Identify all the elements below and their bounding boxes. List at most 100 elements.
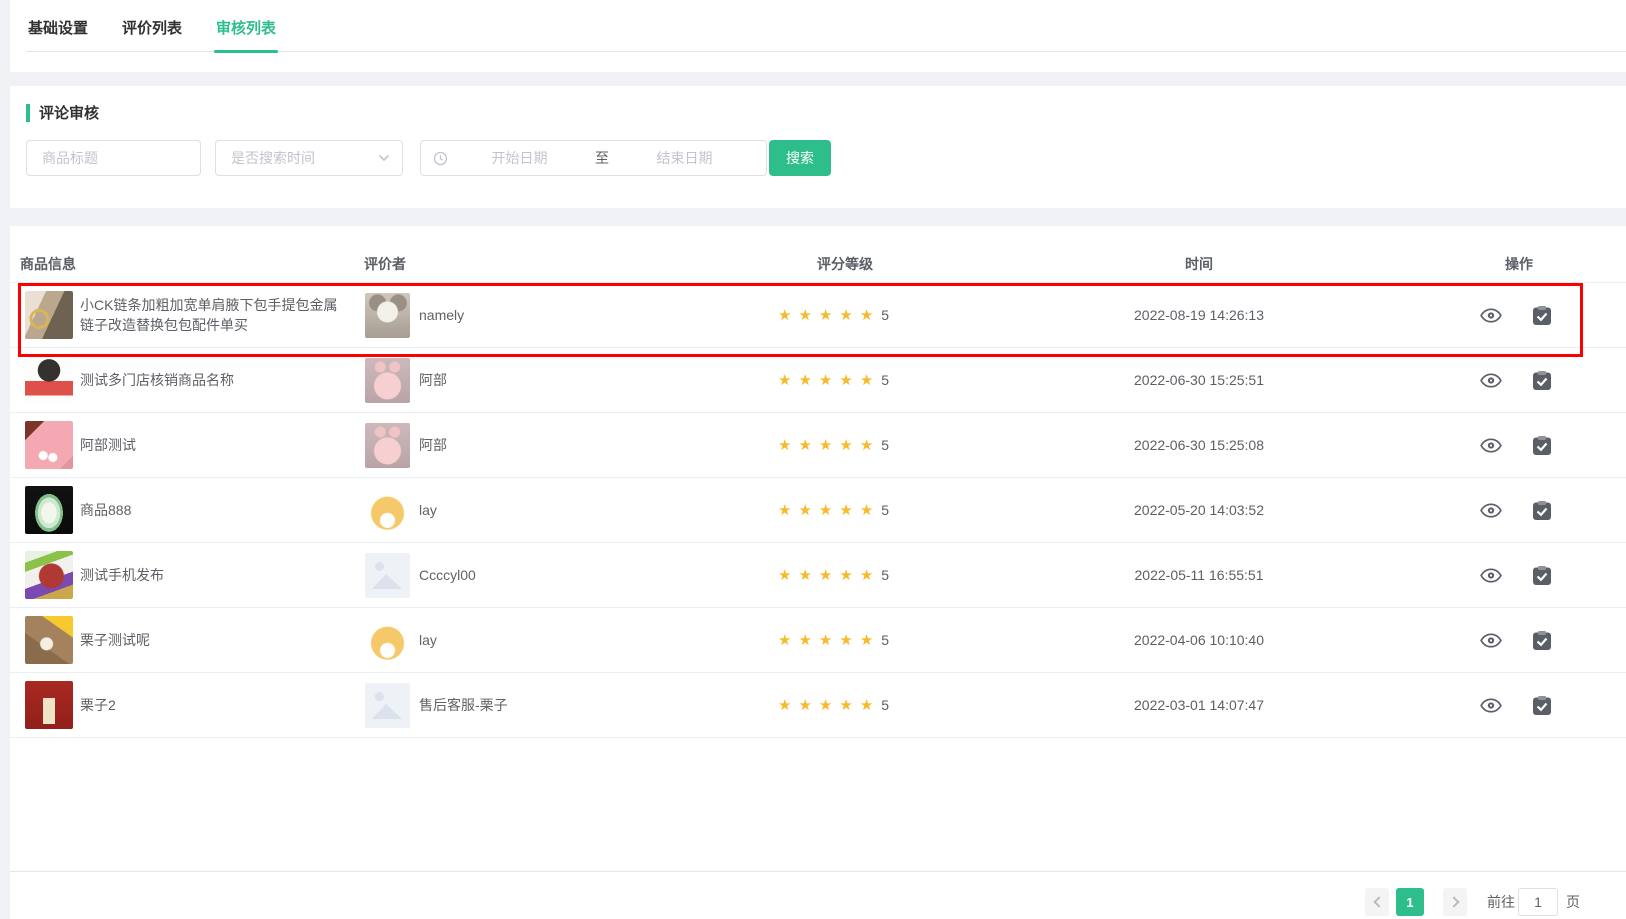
reviewer-name: lay — [419, 632, 437, 648]
date-range-picker[interactable]: 开始日期 至 结束日期 — [420, 140, 767, 176]
check-square-icon — [1533, 501, 1551, 520]
view-review-button[interactable] — [1477, 301, 1505, 329]
product-cell: 栗子测试呢 — [25, 608, 360, 672]
review-time: 2022-05-20 14:03:52 — [1134, 502, 1264, 518]
star-icon: ★ — [778, 697, 791, 714]
star-rating: ★★★★★ — [778, 372, 880, 388]
time-search-select[interactable]: 是否搜索时间 — [215, 140, 403, 176]
product-title: 测试手机发布 — [80, 565, 164, 585]
reviewer-cell: lay — [365, 478, 695, 542]
view-review-button[interactable] — [1477, 691, 1505, 719]
star-icon: ★ — [860, 437, 873, 454]
rating-value: 5 — [881, 307, 889, 323]
star-icon: ★ — [798, 307, 811, 324]
review-time: 2022-04-06 10:10:40 — [1134, 632, 1264, 648]
tab-audit-list[interactable]: 审核列表 — [214, 17, 278, 51]
product-cell: 商品888 — [25, 478, 360, 542]
table-row: 栗子测试呢 lay ★★★★★ 5 2022-04-06 10:10:40 — [10, 608, 1626, 673]
tab-basic-settings[interactable]: 基础设置 — [26, 17, 90, 51]
star-icon: ★ — [798, 697, 811, 714]
view-review-button[interactable] — [1477, 431, 1505, 459]
eye-icon — [1480, 698, 1502, 713]
star-icon: ★ — [839, 502, 852, 519]
reviewer-avatar — [365, 293, 410, 338]
rating-cell: ★★★★★ 5 — [778, 348, 889, 412]
rating-value: 5 — [881, 437, 889, 453]
pagination-prev-button[interactable] — [1365, 888, 1389, 916]
star-icon: ★ — [778, 307, 791, 324]
product-image — [25, 291, 73, 339]
tab-review-list[interactable]: 评价列表 — [120, 17, 184, 51]
time-cell: 2022-06-30 15:25:51 — [1099, 348, 1299, 412]
star-icon: ★ — [778, 437, 791, 454]
table-header: 商品信息 评价者 评分等级 时间 操作 — [10, 248, 1626, 283]
rating-value: 5 — [881, 697, 889, 713]
pagination-goto-label: 前往 — [1487, 888, 1515, 916]
star-icon: ★ — [839, 307, 852, 324]
reviewer-avatar — [365, 488, 410, 533]
pagination-next-button[interactable] — [1443, 888, 1467, 916]
date-separator: 至 — [591, 148, 613, 168]
product-image — [25, 421, 73, 469]
tab-bar: 基础设置 评价列表 审核列表 — [26, 0, 1626, 52]
rating-cell: ★★★★★ 5 — [778, 608, 889, 672]
eye-icon — [1480, 503, 1502, 518]
star-icon: ★ — [860, 502, 873, 519]
star-icon: ★ — [819, 307, 832, 324]
chevron-right-icon — [1448, 896, 1459, 907]
star-icon: ★ — [860, 307, 873, 324]
star-icon: ★ — [798, 372, 811, 389]
review-audit-screen: 基础设置 评价列表 审核列表 评论审核 商品标题 是否搜索时间 开始日期 — [0, 0, 1626, 919]
review-time: 2022-08-19 14:26:13 — [1134, 307, 1264, 323]
star-icon: ★ — [819, 502, 832, 519]
table-bottom-divider — [10, 871, 1626, 872]
product-cell: 测试多门店核销商品名称 — [25, 348, 360, 412]
rating-value: 5 — [881, 632, 889, 648]
product-cell: 栗子2 — [25, 673, 360, 737]
chevron-left-icon — [1373, 896, 1384, 907]
rating-cell: ★★★★★ 5 — [778, 413, 889, 477]
pagination-page-input[interactable] — [1518, 888, 1558, 916]
check-square-icon — [1533, 436, 1551, 455]
title-accent-bar — [26, 104, 30, 122]
reviewer-avatar — [365, 553, 410, 598]
approve-review-button[interactable] — [1528, 496, 1556, 524]
product-title-input[interactable]: 商品标题 — [26, 140, 201, 176]
search-button[interactable]: 搜索 — [769, 140, 831, 176]
approve-review-button[interactable] — [1528, 366, 1556, 394]
time-cell: 2022-06-30 15:25:08 — [1099, 413, 1299, 477]
search-filters-row: 商品标题 是否搜索时间 开始日期 至 结束日期 搜索 — [10, 140, 1626, 176]
table-row: 商品888 lay ★★★★★ 5 2022-05-20 14:03:52 — [10, 478, 1626, 543]
product-cell: 测试手机发布 — [25, 543, 360, 607]
view-review-button[interactable] — [1477, 561, 1505, 589]
approve-review-button[interactable] — [1528, 301, 1556, 329]
check-square-icon — [1533, 631, 1551, 650]
review-time: 2022-05-11 16:55:51 — [1135, 567, 1264, 583]
reviewer-avatar — [365, 683, 410, 728]
check-square-icon — [1533, 306, 1551, 325]
view-review-button[interactable] — [1477, 366, 1505, 394]
view-review-button[interactable] — [1477, 496, 1505, 524]
approve-review-button[interactable] — [1528, 431, 1556, 459]
clock-icon — [433, 151, 448, 166]
star-icon: ★ — [839, 567, 852, 584]
reviewer-avatar — [365, 423, 410, 468]
star-icon: ★ — [778, 502, 791, 519]
star-icon: ★ — [839, 632, 852, 649]
star-icon: ★ — [778, 632, 791, 649]
approve-review-button[interactable] — [1528, 626, 1556, 654]
product-title: 小CK链条加粗加宽单肩腋下包手提包金属链子改造替换包包配件单买 — [80, 295, 342, 335]
approve-review-button[interactable] — [1528, 691, 1556, 719]
star-icon: ★ — [819, 632, 832, 649]
time-cell: 2022-04-06 10:10:40 — [1099, 608, 1299, 672]
star-icon: ★ — [798, 632, 811, 649]
pagination-page-1-button[interactable]: 1 — [1396, 888, 1424, 916]
reviewer-cell: 阿部 — [365, 348, 695, 412]
approve-review-button[interactable] — [1528, 561, 1556, 589]
reviewer-cell: namely — [365, 283, 695, 347]
star-icon: ★ — [860, 567, 873, 584]
rating-value: 5 — [881, 502, 889, 518]
time-cell: 2022-03-01 14:07:47 — [1099, 673, 1299, 737]
chevron-down-icon — [378, 154, 390, 162]
view-review-button[interactable] — [1477, 626, 1505, 654]
